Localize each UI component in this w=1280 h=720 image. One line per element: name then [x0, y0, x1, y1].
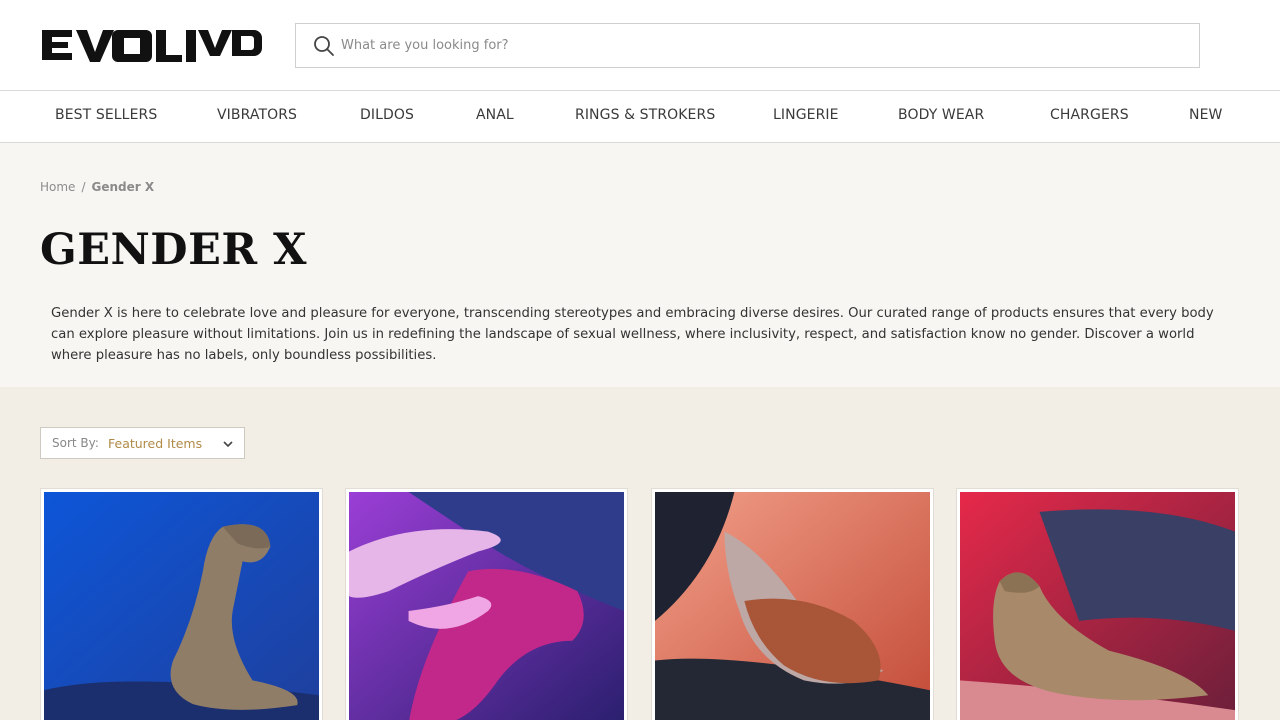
- category-hero: Home / Gender X GENDER X Gender X is here …: [0, 143, 1280, 387]
- nav-item-chargers[interactable]: CHARGERS: [1050, 107, 1129, 123]
- sort-label: Sort By:: [52, 436, 99, 450]
- product-image[interactable]: [655, 492, 930, 720]
- nav-item-new[interactable]: NEW: [1189, 107, 1222, 123]
- product-image[interactable]: [349, 492, 624, 720]
- product-card[interactable]: [40, 488, 323, 720]
- product-card[interactable]: [651, 488, 934, 720]
- search-input[interactable]: [341, 25, 1181, 66]
- sort-value[interactable]: Featured Items: [108, 436, 202, 451]
- product-listing: Sort By: Featured Items: [0, 387, 1280, 720]
- main-navigation: BEST SELLERS VIBRATORS DILDOS ANAL RINGS…: [0, 90, 1280, 143]
- nav-item-anal[interactable]: ANAL: [476, 107, 514, 123]
- nav-item-body-wear[interactable]: BODY WEAR: [898, 107, 984, 123]
- breadcrumb-current: Gender X: [91, 180, 155, 194]
- nav-item-dildos[interactable]: DILDOS: [360, 107, 414, 123]
- search-icon[interactable]: [313, 35, 335, 57]
- nav-item-lingerie[interactable]: LINGERIE: [773, 107, 839, 123]
- sort-select[interactable]: Sort By: Featured Items: [40, 427, 245, 459]
- breadcrumb-home[interactable]: Home: [40, 180, 75, 194]
- product-image[interactable]: [44, 492, 319, 720]
- category-description: Gender X is here to celebrate love and p…: [51, 306, 1214, 363]
- nav-item-best-sellers[interactable]: BEST SELLERS: [55, 107, 157, 123]
- product-image[interactable]: [960, 492, 1235, 720]
- product-card[interactable]: [345, 488, 628, 720]
- search-bar: [295, 23, 1200, 68]
- breadcrumb-separator: /: [81, 180, 86, 194]
- evolved-logo[interactable]: [40, 26, 264, 64]
- page-title: GENDER X: [40, 225, 307, 275]
- nav-item-vibrators[interactable]: VIBRATORS: [217, 107, 297, 123]
- nav-item-rings-strokers[interactable]: RINGS & STROKERS: [575, 107, 715, 123]
- chevron-down-icon: [223, 441, 233, 448]
- product-card[interactable]: [956, 488, 1239, 720]
- site-header: [0, 0, 1280, 91]
- breadcrumb: Home / Gender X: [40, 180, 154, 194]
